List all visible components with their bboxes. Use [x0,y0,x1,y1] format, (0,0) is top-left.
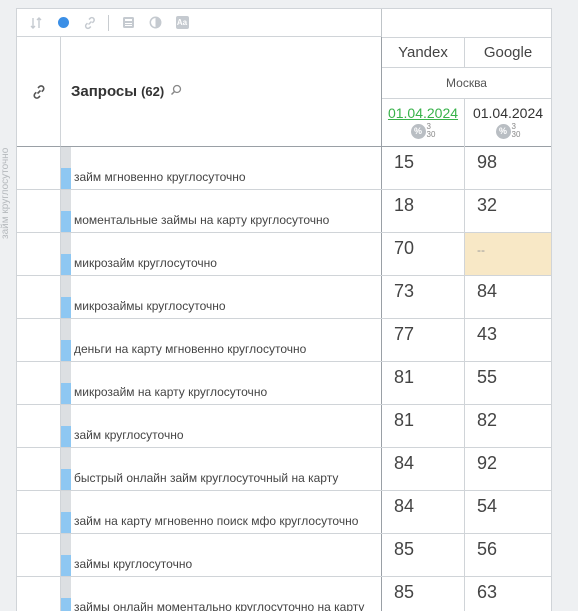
circle-icon[interactable] [52,12,74,34]
percent-icon[interactable]: % 3 30 [410,123,435,139]
link-cell[interactable] [17,405,61,447]
link-cell[interactable] [17,233,61,275]
yandex-position[interactable]: 73 [382,276,465,318]
google-position[interactable]: 55 [465,362,551,404]
queries-title: Запросы [71,83,138,100]
yandex-position[interactable]: 18 [382,190,465,232]
frequency-bar [61,276,71,318]
link-icon [32,84,45,99]
yandex-position[interactable]: 84 [382,448,465,490]
date-google[interactable]: 01.04.2024 % 3 30 [465,99,551,147]
link-cell[interactable] [17,491,61,533]
table-row: займы круглосуточно 85 56 [17,534,551,577]
yandex-position[interactable]: 81 [382,362,465,404]
query-text[interactable]: быстрый онлайн займ круглосуточный на ка… [71,448,382,490]
google-position[interactable]: 82 [465,405,551,447]
toolbar-right-cell [382,9,551,38]
frequency-bar [61,491,71,533]
table-row: займ на карту мгновенно поиск мфо кругло… [17,491,551,534]
link-cell[interactable] [17,276,61,318]
yandex-position[interactable]: 81 [382,405,465,447]
frequency-bar [61,405,71,447]
link-cell[interactable] [17,534,61,576]
google-position[interactable]: 98 [465,147,551,189]
frequency-bar [61,448,71,490]
query-text[interactable]: микрозайм круглосуточно [71,233,382,275]
query-text[interactable]: микрозайм на карту круглосуточно [71,362,382,404]
query-text[interactable]: займ круглосуточно [71,405,382,447]
queries-count: (62) [141,84,165,99]
frequency-bar [61,577,71,611]
link-cell[interactable] [17,362,61,404]
yandex-position[interactable]: 15 [382,147,465,189]
query-text[interactable]: займ на карту мгновенно поиск мфо кругло… [71,491,382,533]
link-cell[interactable] [17,448,61,490]
google-position[interactable]: -- [465,233,551,275]
table-row: микрозайм круглосуточно 70 -- [17,233,551,276]
table-row: деньги на карту мгновенно круглосуточно … [17,319,551,362]
frequency-bar [61,233,71,275]
link-cell[interactable] [17,147,61,189]
google-position[interactable]: 84 [465,276,551,318]
link-cell[interactable] [17,319,61,361]
yandex-position[interactable]: 84 [382,491,465,533]
percent-icon[interactable]: % 3 30 [495,123,520,139]
query-text[interactable]: моментальные займы на карту круглосуточн… [71,190,382,232]
yandex-position[interactable]: 77 [382,319,465,361]
query-text[interactable]: деньги на карту мгновенно круглосуточно [71,319,382,361]
link-cell[interactable] [17,577,61,611]
frequency-bar [61,319,71,361]
google-position[interactable]: 92 [465,448,551,490]
link-column-header[interactable] [17,37,61,147]
google-position[interactable]: 56 [465,534,551,576]
google-position[interactable]: 32 [465,190,551,232]
toolbar-divider [108,14,109,31]
link-cell[interactable] [17,190,61,232]
engine-google[interactable]: Google [465,37,551,68]
table-row: моментальные займы на карту круглосуточн… [17,190,551,233]
link-icon[interactable] [79,12,101,34]
query-text[interactable]: займы онлайн моментально круглосуточно н… [71,577,382,611]
engines-header: Yandex Google Москва 01.04.2024 % 3 30 01… [382,37,551,147]
date-yandex-link[interactable]: 01.04.2024 [382,105,464,121]
table-row: микрозаймы круглосуточно 73 84 [17,276,551,319]
google-position[interactable]: 43 [465,319,551,361]
date-yandex[interactable]: 01.04.2024 % 3 30 [382,99,465,147]
engine-yandex[interactable]: Yandex [382,37,465,68]
google-position[interactable]: 63 [465,577,551,611]
yandex-position[interactable]: 85 [382,534,465,576]
toolbar: Aa [17,9,382,37]
frequency-bar [61,147,71,189]
table-row: займ круглосуточно 81 82 [17,405,551,448]
search-icon[interactable] [170,84,182,99]
yandex-position[interactable]: 85 [382,577,465,611]
google-position[interactable]: 54 [465,491,551,533]
calculator-icon[interactable] [117,12,139,34]
frequency-bar [61,534,71,576]
query-text[interactable]: микрозаймы круглосуточно [71,276,382,318]
positions-table: Aa Запросы (62) Yandex Google Москва 01.… [16,8,552,611]
region-label: Москва [382,68,551,99]
sort-icon[interactable] [25,12,47,34]
table-row: микрозайм на карту круглосуточно 81 55 [17,362,551,405]
table-row: займы онлайн моментально круглосуточно н… [17,577,551,611]
table-body: займ мгновенно круглосуточно 15 98 момен… [17,147,551,611]
frequency-bar [61,190,71,232]
query-text[interactable]: займы круглосуточно [71,534,382,576]
font-icon[interactable]: Aa [171,12,193,34]
table-row: займ мгновенно круглосуточно 15 98 [17,147,551,190]
table-row: быстрый онлайн займ круглосуточный на ка… [17,448,551,491]
query-text[interactable]: займ мгновенно круглосуточно [71,147,382,189]
queries-column-header[interactable]: Запросы (62) [61,37,382,147]
side-label: займ круглосуточно [0,148,11,240]
yandex-position[interactable]: 70 [382,233,465,275]
contrast-icon[interactable] [144,12,166,34]
date-google-label: 01.04.2024 [472,105,544,121]
frequency-bar [61,362,71,404]
